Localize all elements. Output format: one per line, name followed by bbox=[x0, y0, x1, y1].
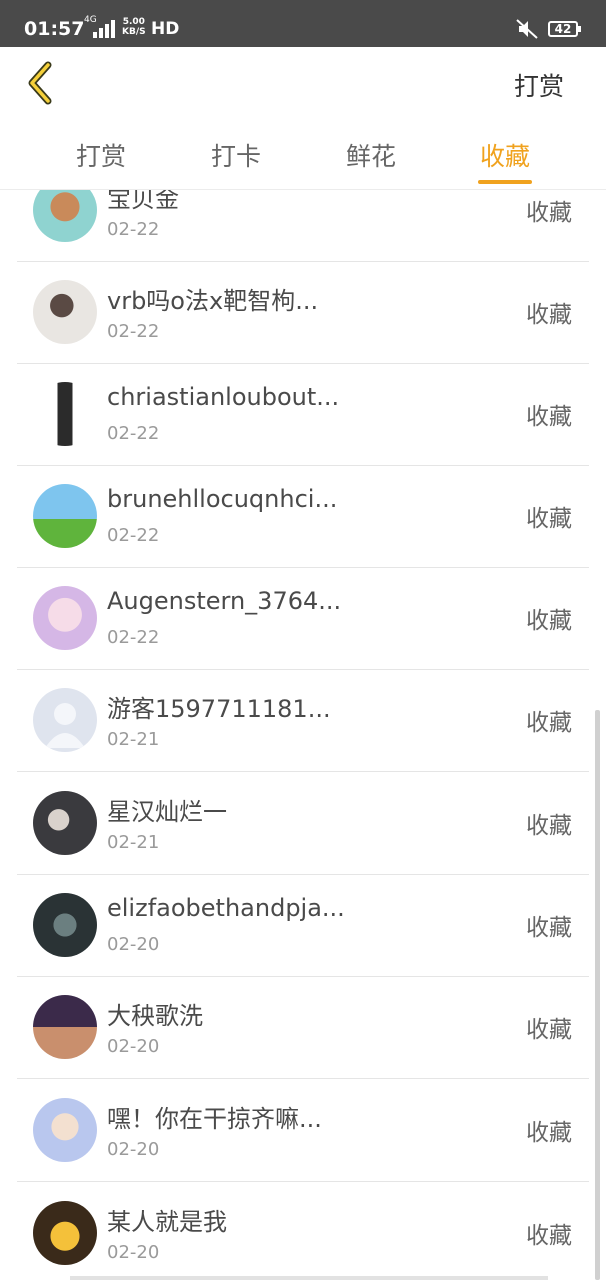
mute-icon bbox=[516, 19, 538, 39]
item-action: 收藏 bbox=[526, 1223, 572, 1249]
item-action: 收藏 bbox=[526, 1120, 572, 1146]
user-name: 某人就是我 bbox=[107, 1208, 227, 1236]
item-date: 02-20 bbox=[107, 1036, 160, 1057]
tab-checkin[interactable]: 打卡 bbox=[186, 137, 286, 173]
tab-flowers[interactable]: 鲜花 bbox=[321, 137, 421, 173]
avatar bbox=[33, 791, 97, 855]
user-name: vrb吗o法x靶智枸... bbox=[107, 287, 319, 315]
avatar bbox=[33, 1098, 97, 1162]
item-action: 收藏 bbox=[526, 813, 572, 839]
item-action: 收藏 bbox=[526, 608, 572, 634]
user-name: brunehllocuqnhci... bbox=[107, 485, 338, 513]
tab-bar: 打赏 打卡 鲜花 收藏 bbox=[0, 119, 606, 190]
item-date: 02-22 bbox=[107, 627, 160, 648]
item-date: 02-21 bbox=[107, 729, 160, 750]
list-item[interactable]: 大秧歌洗 02-20 收藏 bbox=[17, 976, 589, 1079]
scrollbar[interactable] bbox=[595, 710, 600, 1280]
avatar bbox=[33, 1201, 97, 1265]
bottom-divider bbox=[70, 1276, 548, 1280]
favorites-list: 宝贝金 02-22 收藏 vrb吗o法x靶智枸... 02-22 收藏 chri… bbox=[0, 190, 606, 1280]
network-speed-value: 5.00 bbox=[122, 17, 145, 27]
item-action: 收藏 bbox=[526, 506, 572, 532]
user-name: chriastianloubout... bbox=[107, 383, 340, 411]
item-action: 收藏 bbox=[526, 302, 572, 328]
list-item[interactable]: 星汉灿烂一 02-21 收藏 bbox=[17, 772, 589, 875]
avatar bbox=[33, 382, 97, 446]
page-title: 打赏 bbox=[513, 72, 564, 101]
active-tab-indicator bbox=[478, 180, 532, 184]
tab-reward[interactable]: 打赏 bbox=[51, 137, 151, 173]
item-action: 收藏 bbox=[526, 710, 572, 736]
avatar bbox=[33, 586, 97, 650]
network-speed: 5.00 KB/S bbox=[122, 17, 146, 37]
avatar bbox=[33, 280, 97, 344]
item-action: 收藏 bbox=[526, 915, 572, 941]
item-action: 收藏 bbox=[526, 1017, 572, 1043]
avatar bbox=[33, 995, 97, 1059]
avatar bbox=[33, 484, 97, 548]
tab-favorites[interactable]: 收藏 bbox=[455, 137, 555, 173]
user-name: 嘿！你在干掠齐嘛... bbox=[107, 1105, 322, 1133]
list-item[interactable]: chriastianloubout... 02-22 收藏 bbox=[17, 363, 589, 466]
list-item[interactable]: brunehllocuqnhci... 02-22 收藏 bbox=[17, 465, 589, 568]
avatar bbox=[33, 190, 97, 242]
user-name: Augenstern_3764... bbox=[107, 587, 342, 615]
user-name: 大秧歌洗 bbox=[107, 1002, 203, 1030]
list-item[interactable]: vrb吗o法x靶智枸... 02-22 收藏 bbox=[17, 261, 589, 364]
item-date: 02-21 bbox=[107, 832, 160, 853]
signal-icon bbox=[93, 20, 117, 38]
user-name: 星汉灿烂一 bbox=[107, 798, 227, 826]
user-name: 宝贝金 bbox=[107, 190, 179, 213]
list-item[interactable]: Augenstern_3764... 02-22 收藏 bbox=[17, 567, 589, 670]
list-item[interactable]: elizfaobethandpja... 02-20 收藏 bbox=[17, 874, 589, 977]
battery-icon: 42 bbox=[548, 21, 581, 37]
item-date: 02-22 bbox=[107, 321, 160, 342]
item-date: 02-20 bbox=[107, 1242, 160, 1263]
user-name: elizfaobethandpja... bbox=[107, 894, 345, 922]
avatar bbox=[33, 893, 97, 957]
hd-label: HD bbox=[151, 19, 180, 39]
item-action: 收藏 bbox=[526, 200, 572, 226]
avatar bbox=[33, 688, 97, 752]
item-date: 02-22 bbox=[107, 219, 160, 240]
item-date: 02-20 bbox=[107, 934, 160, 955]
item-date: 02-22 bbox=[107, 525, 160, 546]
list-item[interactable]: 游客1597711181... 02-21 收藏 bbox=[17, 669, 589, 772]
battery-level: 42 bbox=[554, 22, 572, 36]
item-date: 02-22 bbox=[107, 423, 160, 444]
item-date: 02-20 bbox=[107, 1139, 160, 1160]
chevron-left-icon[interactable] bbox=[24, 61, 56, 105]
default-avatar-icon bbox=[45, 703, 85, 748]
app-bar: 打赏 bbox=[0, 47, 606, 119]
list-item[interactable]: 嘿！你在干掠齐嘛... 02-20 收藏 bbox=[17, 1079, 589, 1182]
list-item[interactable]: 宝贝金 02-22 收藏 bbox=[17, 190, 589, 262]
status-bar: 01:57 4G 5.00 KB/S HD 42 bbox=[0, 0, 606, 47]
item-action: 收藏 bbox=[526, 404, 572, 430]
user-name: 游客1597711181... bbox=[107, 695, 331, 723]
network-speed-unit: KB/S bbox=[122, 27, 146, 37]
list-item[interactable]: 某人就是我 02-20 收藏 bbox=[17, 1182, 589, 1280]
status-time: 01:57 bbox=[24, 18, 85, 40]
